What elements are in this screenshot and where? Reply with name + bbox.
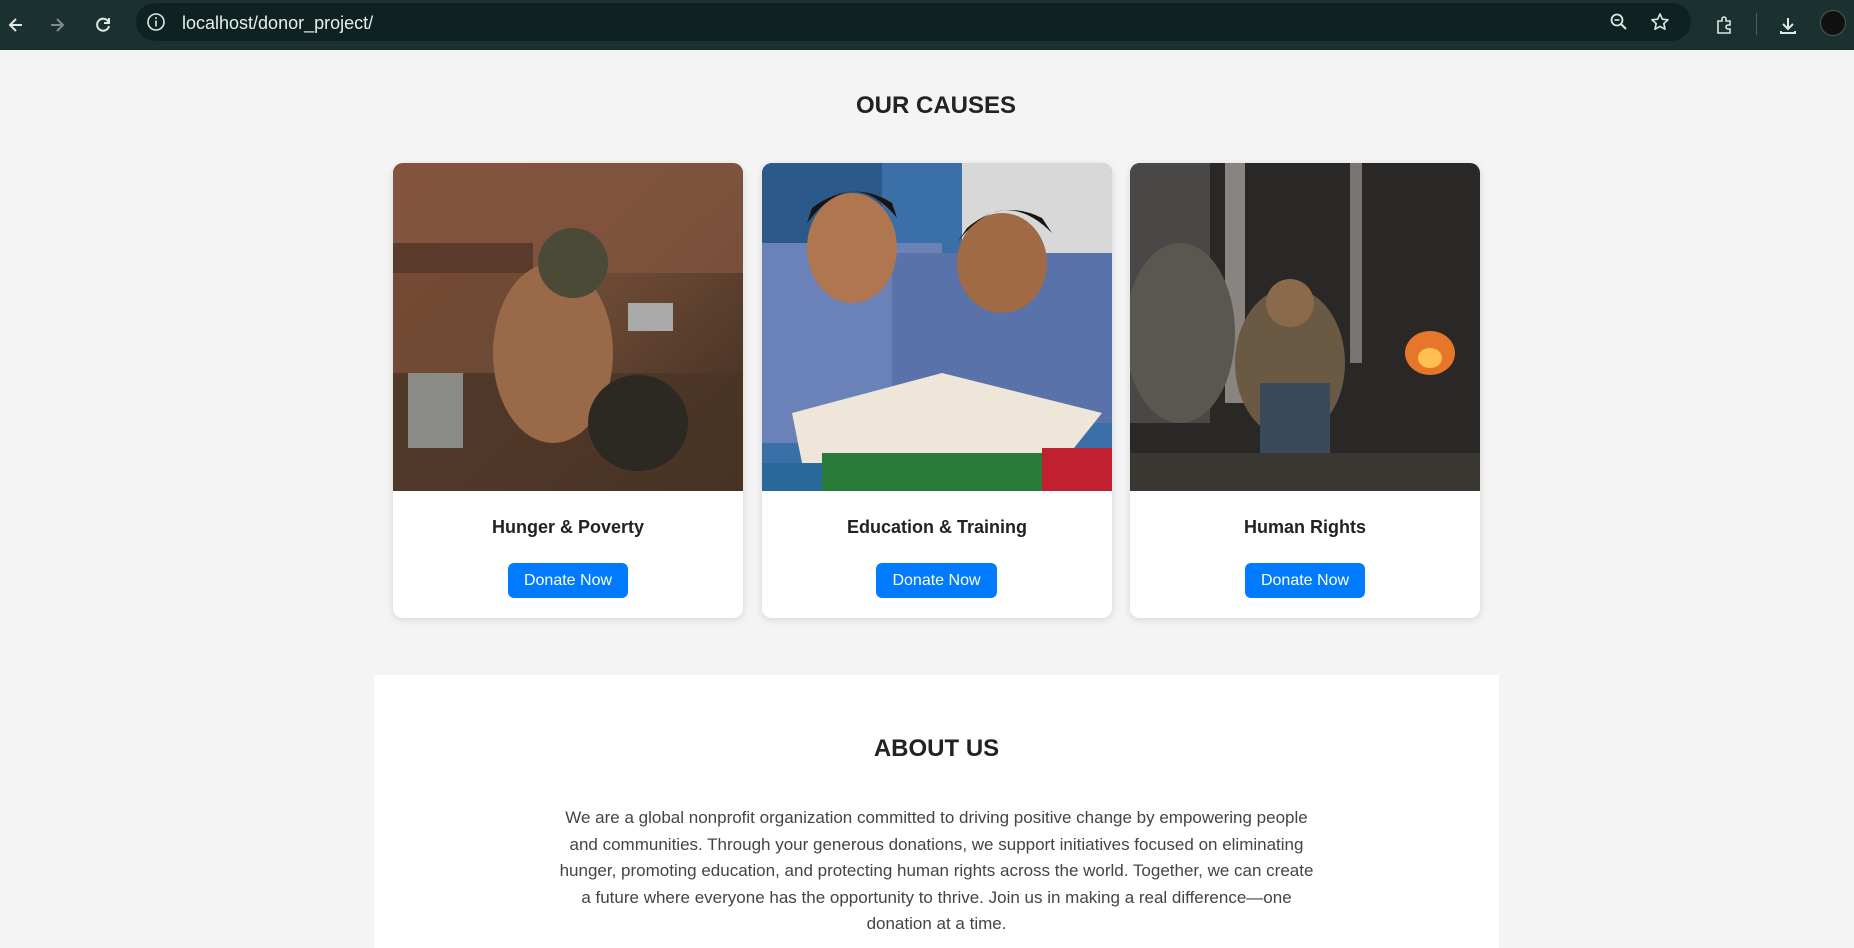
extensions-icon <box>1717 16 1731 34</box>
cause-title: Hunger & Poverty <box>491 517 645 537</box>
forward-arrow-icon <box>51 18 65 32</box>
donate-now-button[interactable]: Donate Now <box>508 563 628 598</box>
students-reading-photo <box>762 163 1112 491</box>
star-icon[interactable] <box>1650 12 1670 32</box>
about-section: ABOUT US We are a global nonprofit organ… <box>374 675 1499 948</box>
reload-icon <box>96 17 110 32</box>
donate-now-button[interactable]: Donate Now <box>876 563 997 598</box>
forward-button[interactable] <box>41 9 73 41</box>
profile-avatar[interactable] <box>1820 10 1846 36</box>
donate-now-button[interactable]: Donate Now <box>1245 563 1365 598</box>
cause-card-education: Education & Training Donate Now <box>762 163 1112 618</box>
child-with-pots-photo <box>393 163 743 491</box>
back-button[interactable] <box>0 9 32 41</box>
downloads-button[interactable] <box>1772 9 1804 41</box>
extensions-button[interactable] <box>1708 9 1740 41</box>
address-url[interactable]: localhost/donor_project/ <box>182 13 373 34</box>
causes-title: OUR CAUSES <box>855 92 1017 119</box>
cause-card-human-rights: Human Rights Donate Now <box>1130 163 1480 618</box>
info-icon[interactable] <box>146 12 166 32</box>
back-arrow-icon <box>8 18 22 32</box>
zoom-icon[interactable] <box>1609 12 1629 32</box>
man-sitting-street-photo <box>1130 163 1480 491</box>
address-bar[interactable]: localhost/donor_project/ <box>136 3 1691 41</box>
about-description: We are a global nonprofit organization c… <box>559 808 1314 933</box>
about-title: ABOUT US <box>873 735 1000 762</box>
browser-toolbar: localhost/donor_project/ <box>0 0 1854 50</box>
download-icon <box>1780 18 1796 34</box>
toolbar-divider <box>1756 13 1757 35</box>
cause-title: Education & Training <box>846 517 1027 537</box>
cause-card-hunger: Hunger & Poverty Donate Now <box>393 163 743 618</box>
cause-title: Human Rights <box>1243 517 1366 537</box>
reload-button[interactable] <box>87 9 119 41</box>
